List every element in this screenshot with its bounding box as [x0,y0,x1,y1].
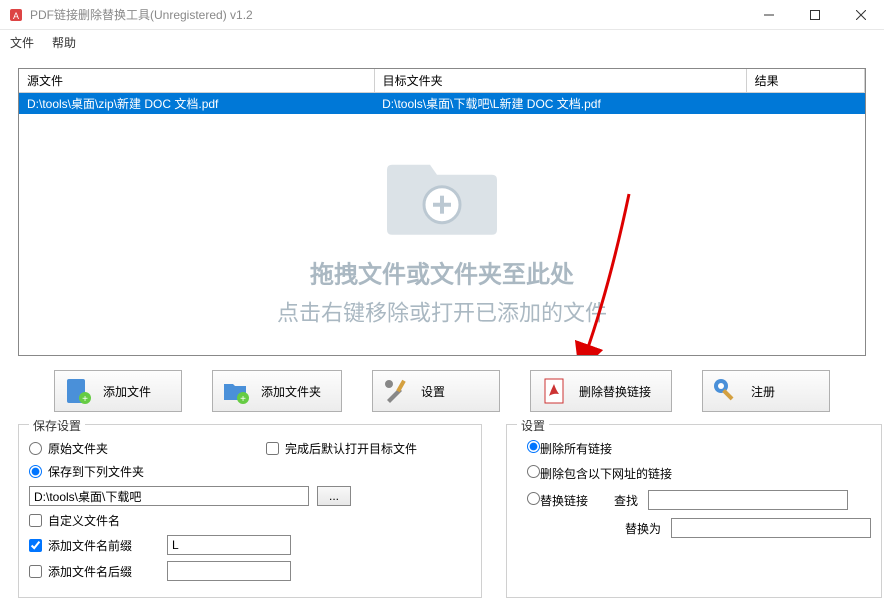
tools-icon [381,376,411,406]
menubar: 文件 帮助 [0,30,884,54]
svg-text:+: + [82,394,88,405]
replace-link-radio[interactable]: 替换链接 [527,492,588,509]
replace-label: 替换为 [621,520,661,537]
save-settings-group: 保存设置 原始文件夹 完成后默认打开目标文件 保存到下列文件夹 ... 自定义文… [18,424,482,598]
file-drop-area[interactable]: 源文件 目标文件夹 结果 D:\tools\桌面\zip\新建 DOC 文档.p… [18,68,866,356]
annotation-arrow [559,189,639,356]
pdf-icon [539,376,569,406]
cell-source: D:\tools\桌面\zip\新建 DOC 文档.pdf [19,93,374,115]
add-file-icon: + [63,376,93,406]
add-file-button[interactable]: + 添加文件 [54,370,182,412]
remove-urls-radio[interactable]: 删除包含以下网址的链接 [527,465,672,482]
drop-hint-line1: 拖拽文件或文件夹至此处 [19,255,865,290]
add-file-label: 添加文件 [103,383,151,400]
save-path-input[interactable] [29,486,309,506]
register-label: 注册 [751,383,775,400]
open-target-checkbox[interactable]: 完成后默认打开目标文件 [266,440,417,457]
browse-button[interactable]: ... [317,486,351,506]
folder-plus-icon [382,150,502,240]
add-folder-button[interactable]: + 添加文件夹 [212,370,342,412]
window-title: PDF链接删除替换工具(Unregistered) v1.2 [30,6,746,23]
cell-target: D:\tools\桌面\下载吧\L新建 DOC 文档.pdf [374,93,746,115]
cell-result [746,93,864,115]
maximize-button[interactable] [792,0,838,30]
svg-text:+: + [240,394,246,405]
app-icon: A [8,7,24,23]
drop-hint: 拖拽文件或文件夹至此处 点击右键移除或打开已添加的文件 [19,150,865,328]
drop-hint-line2: 点击右键移除或打开已添加的文件 [19,296,865,328]
close-button[interactable] [838,0,884,30]
original-folder-radio[interactable]: 原始文件夹 [29,440,108,457]
custom-name-checkbox[interactable]: 自定义文件名 [29,512,120,529]
file-table: 源文件 目标文件夹 结果 D:\tools\桌面\zip\新建 DOC 文档.p… [19,69,865,114]
col-target[interactable]: 目标文件夹 [374,69,746,93]
suffix-input[interactable] [167,561,291,581]
menu-file[interactable]: 文件 [10,34,34,51]
col-source[interactable]: 源文件 [19,69,374,93]
key-icon [711,376,741,406]
settings-legend: 设置 [517,417,549,434]
find-label: 查找 [598,492,638,509]
svg-text:A: A [13,11,19,21]
settings-label: 设置 [421,383,445,400]
add-folder-label: 添加文件夹 [261,383,321,400]
add-suffix-checkbox[interactable]: 添加文件名后缀 [29,563,159,580]
remove-replace-button[interactable]: 删除替换链接 [530,370,672,412]
add-prefix-checkbox[interactable]: 添加文件名前缀 [29,537,159,554]
link-settings-group: 设置 删除所有链接 删除包含以下网址的链接 替换链接 查找 替换为 [506,424,882,598]
add-folder-icon: + [221,376,251,406]
remove-all-radio[interactable]: 删除所有链接 [527,440,612,457]
col-result[interactable]: 结果 [746,69,864,93]
menu-help[interactable]: 帮助 [52,34,76,51]
titlebar: A PDF链接删除替换工具(Unregistered) v1.2 [0,0,884,30]
find-input[interactable] [648,490,848,510]
prefix-input[interactable] [167,535,291,555]
remove-replace-label: 删除替换链接 [579,383,651,400]
toolbar: + 添加文件 + 添加文件夹 设置 删除替换链接 注册 [18,370,866,412]
save-legend: 保存设置 [29,417,85,434]
save-to-folder-radio[interactable]: 保存到下列文件夹 [29,463,144,480]
minimize-button[interactable] [746,0,792,30]
register-button[interactable]: 注册 [702,370,830,412]
replace-input[interactable] [671,518,871,538]
table-row[interactable]: D:\tools\桌面\zip\新建 DOC 文档.pdf D:\tools\桌… [19,93,865,115]
settings-button[interactable]: 设置 [372,370,500,412]
